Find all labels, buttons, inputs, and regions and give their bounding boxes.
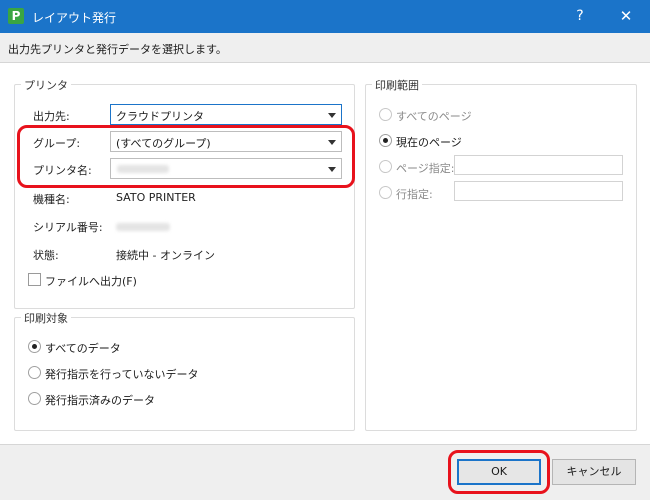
radio-unissued-data-label: 発行指示を行っていないデータ <box>45 368 199 381</box>
ok-highlight-annotation <box>448 450 550 494</box>
radio-issued-data-label: 発行指示済みのデータ <box>45 394 155 407</box>
model-value: SATO PRINTER <box>116 191 196 204</box>
radio-issued-data[interactable] <box>28 392 41 405</box>
cancel-button[interactable]: キャンセル <box>552 459 636 485</box>
output-label: 出力先: <box>33 110 70 123</box>
print-range-title: 印刷範囲 <box>372 77 422 93</box>
status-label: 状態: <box>33 249 59 262</box>
radio-all-pages-label: すべてのページ <box>396 110 472 123</box>
line-range-input[interactable] <box>454 181 623 201</box>
redacted-serial-number <box>116 223 170 231</box>
model-label: 機種名: <box>33 193 70 206</box>
dialog-content: プリンタ 出力先: クラウドプリンタ グループ: (すべてのグループ) プリンタ… <box>0 64 650 444</box>
status-value: 接続中 - オンライン <box>116 249 215 262</box>
description-bar: 出力先プリンタと発行データを選択します。 <box>0 33 650 63</box>
printer-group-title: プリンタ <box>21 77 71 93</box>
chevron-down-icon <box>328 113 336 118</box>
radio-all-data-label: すべてのデータ <box>45 342 121 355</box>
description-text: 出力先プリンタと発行データを選択します。 <box>8 43 227 56</box>
file-output-label: ファイルへ出力(F) <box>45 275 137 288</box>
radio-line-range-label: 行指定: <box>396 188 433 201</box>
window-title: レイアウト発行 <box>32 11 117 25</box>
dialog-footer: OK キャンセル <box>0 444 650 500</box>
radio-line-range[interactable] <box>379 186 392 199</box>
radio-all-pages[interactable] <box>379 108 392 121</box>
radio-current-page-label: 現在のページ <box>396 136 462 149</box>
app-icon: P <box>8 8 24 24</box>
highlight-annotation <box>17 125 355 188</box>
print-target-title: 印刷対象 <box>21 310 71 326</box>
print-range-group: 印刷範囲 すべてのページ 現在のページ ページ指定: 行指定: <box>365 77 637 431</box>
radio-page-range[interactable] <box>379 160 392 173</box>
file-output-checkbox[interactable] <box>28 273 41 286</box>
help-button[interactable]: ? <box>566 3 594 29</box>
printer-group: プリンタ 出力先: クラウドプリンタ グループ: (すべてのグループ) プリンタ… <box>14 77 355 309</box>
output-value: クラウドプリンタ <box>116 110 204 123</box>
radio-unissued-data[interactable] <box>28 366 41 379</box>
radio-current-page[interactable] <box>379 134 392 147</box>
radio-all-data[interactable] <box>28 340 41 353</box>
radio-page-range-label: ページ指定: <box>396 162 455 175</box>
serial-label: シリアル番号: <box>33 221 103 234</box>
close-button[interactable]: ✕ <box>612 3 640 29</box>
output-dropdown[interactable]: クラウドプリンタ <box>110 104 342 125</box>
page-range-input[interactable] <box>454 155 623 175</box>
print-target-group: 印刷対象 すべてのデータ 発行指示を行っていないデータ 発行指示済みのデータ <box>14 310 355 431</box>
title-bar: P レイアウト発行 ? ✕ <box>0 0 650 33</box>
